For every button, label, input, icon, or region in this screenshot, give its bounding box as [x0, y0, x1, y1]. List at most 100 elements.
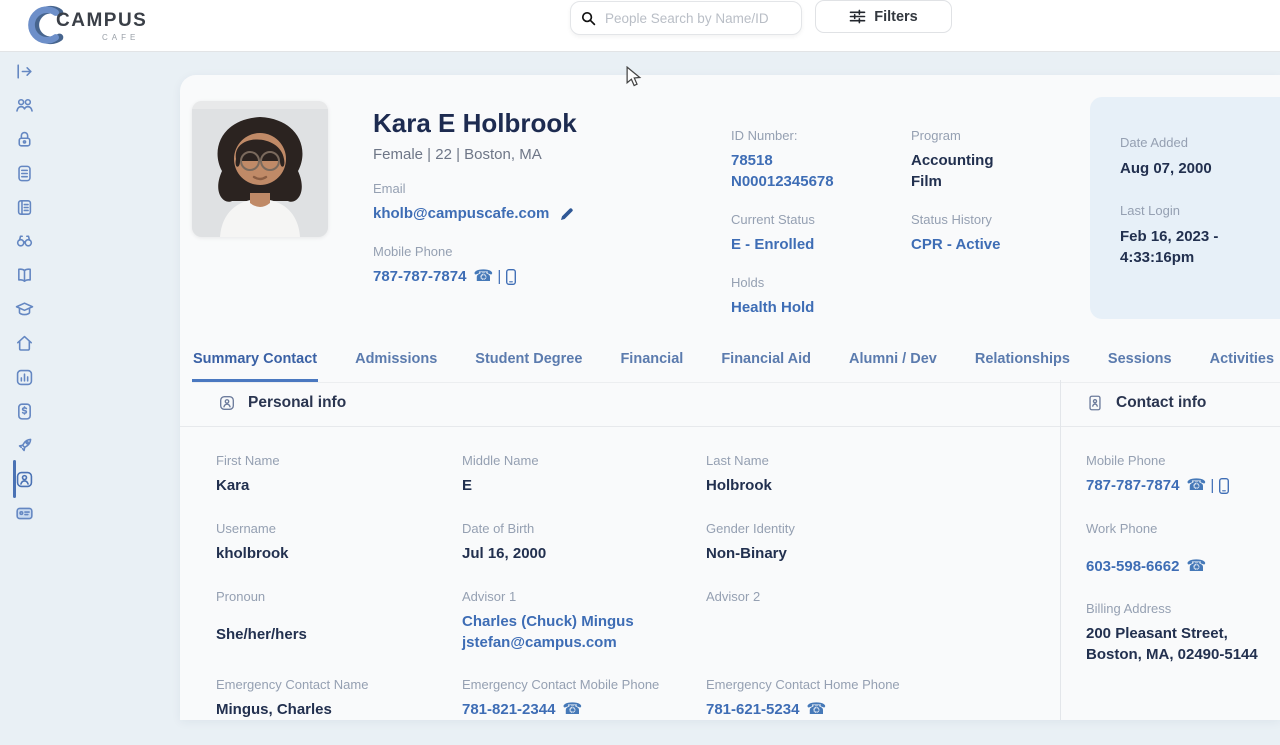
top-header: CAMPUS CAFE Filters [0, 0, 1280, 52]
sidebar-item-chart[interactable] [0, 360, 48, 394]
filters-button[interactable]: Filters [815, 0, 952, 33]
phone-icon[interactable]: ☎ [473, 268, 493, 285]
phone-icon[interactable]: ☎ [1186, 558, 1206, 575]
tab-relationships[interactable]: Relationships [974, 343, 1071, 382]
field-value-link[interactable]: 781-621-5234 ☎ [706, 699, 1060, 720]
meta-value: Aug 07, 2000 [1120, 160, 1212, 177]
field-value-link[interactable]: Health Hold [731, 297, 911, 318]
field-work-phone: Work Phone 603-598-6662 ☎ [1086, 521, 1280, 577]
sidebar-item-open-book[interactable] [0, 258, 48, 292]
phone-icon[interactable]: ☎ [1186, 477, 1206, 494]
brand-sub: CAFE [102, 33, 140, 42]
filters-icon [849, 9, 866, 24]
brand-name: CAMPUS [56, 10, 148, 31]
field-value: Film [911, 173, 942, 190]
field-pronoun: Pronoun She/her/hers [216, 589, 462, 653]
field-advisor-2: Advisor 2 [706, 589, 1060, 653]
field-emergency-contact-name: Emergency Contact Name Mingus, Charles [216, 677, 462, 721]
tab-financial-aid[interactable]: Financial Aid [720, 343, 812, 382]
edit-icon[interactable] [559, 206, 575, 222]
field-label: Gender Identity [706, 521, 795, 536]
sidebar-item-lock[interactable] [0, 122, 48, 156]
sidebar-item-person-card[interactable] [0, 460, 48, 498]
tab-alumni-dev[interactable]: Alumni / Dev [848, 343, 938, 382]
sidebar-item-rocket[interactable] [0, 428, 48, 462]
id-card-icon [15, 507, 33, 519]
chart-icon [16, 369, 32, 385]
field-value: Accounting [911, 152, 994, 169]
field-gender-identity: Gender Identity Non-Binary [706, 521, 1060, 565]
field-value: She/her/hers [216, 626, 307, 643]
field-label: Current Status [731, 212, 815, 227]
student-profile-card: Kara E Holbrook Female | 22 | Boston, MA… [180, 75, 1280, 720]
search-icon [581, 11, 596, 25]
field-value: Mingus, Charles [216, 701, 332, 718]
tab-summary-contact[interactable]: Summary Contact [192, 343, 319, 382]
field-value-link[interactable]: 603-598-6662 ☎ [1086, 556, 1280, 577]
field-label: Username [216, 521, 276, 536]
mobile-phone-icon[interactable] [505, 268, 517, 286]
meta-date-added: Date Added Aug 07, 2000 [1120, 135, 1270, 179]
people-icon [15, 98, 33, 112]
field-value-link[interactable]: 787-787-7874 ☎ | [1086, 475, 1280, 496]
billing-icon [17, 402, 31, 420]
field-label: First Name [216, 453, 280, 468]
field-label: ID Number: [731, 128, 798, 143]
contact-info-section: Contact info Mobile Phone 787-787-7874 ☎ | W… [1061, 380, 1280, 689]
field-label: Program [911, 128, 961, 143]
sidebar-item-expand-sidebar[interactable] [0, 54, 48, 88]
people-search[interactable] [570, 1, 802, 35]
sidebar-item-people[interactable] [0, 88, 48, 122]
sidebar-item-ledger[interactable] [0, 190, 48, 224]
sidebar-item-id-card[interactable] [0, 496, 48, 530]
field-value-link[interactable]: 781-821-2344 ☎ [462, 699, 706, 720]
field-value: kholbrook [216, 545, 289, 562]
field-value: E [462, 477, 473, 494]
field-label: Date of Birth [462, 521, 535, 536]
field-value-link[interactable]: E - Enrolled [731, 234, 911, 255]
field-value-link[interactable]: 78518 [731, 150, 911, 171]
left-sidebar [0, 52, 48, 720]
tab-activities[interactable]: Activities [1209, 343, 1275, 382]
notes-icon [17, 165, 31, 181]
field-label: Pronoun [216, 589, 266, 604]
ledger-icon [17, 199, 31, 215]
sidebar-item-binoculars[interactable] [0, 224, 48, 258]
field-value: 200 Pleasant Street, [1086, 625, 1228, 642]
tab-student-degree[interactable]: Student Degree [474, 343, 583, 382]
field-value-link[interactable]: jstefan@campus.com [462, 632, 706, 653]
mobile-phone-icon[interactable] [1218, 477, 1230, 495]
contact-card-icon [1089, 395, 1101, 411]
field-last-name: Last Name Holbrook [706, 453, 1060, 497]
sidebar-item-home[interactable] [0, 326, 48, 360]
field-label: Status History [911, 212, 992, 227]
field-value-link[interactable]: CPR - Active [911, 234, 1086, 255]
icon-divider: | [1210, 477, 1215, 494]
field-value-link[interactable]: N00012345678 [731, 171, 911, 192]
tab-admissions[interactable]: Admissions [354, 343, 438, 382]
tab-sessions[interactable]: Sessions [1107, 343, 1173, 382]
sidebar-item-notes[interactable] [0, 156, 48, 190]
icon-divider: | [497, 268, 502, 285]
student-demographics: Female | 22 | Boston, MA [373, 146, 542, 163]
student-name: Kara E Holbrook [373, 108, 577, 138]
field-advisor-1: Advisor 1 Charles (Chuck) Mingus jstefan@c… [462, 589, 706, 653]
sidebar-item-graduation-cap[interactable] [0, 292, 48, 326]
rocket-icon [18, 438, 31, 451]
field-first-name: First Name Kara [216, 453, 462, 497]
field-status-history: Status History CPR - Active [911, 212, 1086, 255]
sidebar-item-billing[interactable] [0, 394, 48, 428]
field-value: Jul 16, 2000 [462, 545, 547, 562]
tab-financial[interactable]: Financial [619, 343, 684, 382]
field-value-link[interactable]: 787-787-7874 ☎ | [373, 266, 623, 287]
phone-icon[interactable]: ☎ [562, 701, 582, 718]
phone-icon[interactable]: ☎ [806, 701, 826, 718]
field-value-link[interactable]: kholb@campuscafe.com [373, 203, 623, 224]
search-input[interactable] [603, 9, 791, 27]
meta-last-login: Last Login Feb 16, 2023 - 4:33:16pm [1120, 203, 1270, 268]
field-label: Email [373, 181, 406, 196]
field-label: Advisor 2 [706, 589, 761, 604]
campus-cafe-logo[interactable]: CAMPUS CAFE [28, 3, 147, 47]
field-value-link[interactable]: Charles (Chuck) Mingus [462, 611, 706, 632]
field-emergency-contact-mobile-phone: Emergency Contact Mobile Phone 781-821-23… [462, 677, 706, 721]
